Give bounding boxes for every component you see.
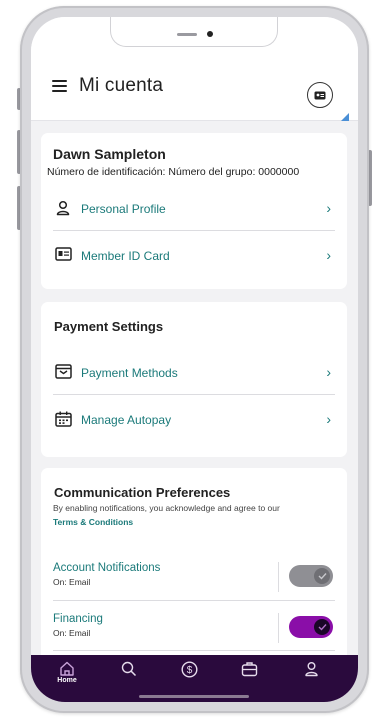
search-icon	[121, 661, 137, 677]
svg-text:$: $	[186, 665, 192, 676]
member-id-card-row[interactable]: Member ID Card ›	[53, 243, 335, 269]
financing-status: On: Email	[53, 628, 91, 638]
account-notifications-toggle[interactable]	[289, 565, 333, 587]
divider	[53, 650, 335, 651]
communication-preferences-title: Communication Preferences	[54, 485, 231, 500]
id-card-icon	[55, 247, 72, 261]
member-id-card-label: Member ID Card	[81, 249, 170, 263]
check-icon	[318, 573, 327, 580]
account-notifications-status: On: Email	[53, 577, 91, 587]
vertical-divider	[278, 613, 279, 643]
id-card-button[interactable]	[307, 82, 333, 108]
profile-icon	[304, 662, 318, 677]
camera-icon	[207, 31, 213, 37]
chevron-right-icon: ›	[326, 411, 331, 427]
nav-payments[interactable]: $	[171, 661, 207, 693]
phone-frame: Mi cuenta Dawn Sampleton Número de ident…	[20, 6, 369, 713]
corner-accent	[341, 113, 349, 121]
toggle-knob	[314, 568, 330, 584]
nav-home-label: Home	[57, 677, 77, 684]
vertical-divider	[278, 562, 279, 592]
toggle-knob	[314, 619, 330, 635]
divider	[53, 394, 335, 395]
financing-label: Financing	[53, 613, 103, 625]
id-card-icon	[314, 91, 326, 99]
briefcase-icon	[241, 662, 257, 677]
account-notifications-row: Account Notifications On: Email	[53, 562, 335, 596]
check-icon	[318, 624, 327, 631]
nav-benefits[interactable]	[231, 661, 267, 693]
hamburger-menu-icon[interactable]	[52, 80, 67, 92]
chevron-right-icon: ›	[326, 364, 331, 380]
phone-screen: Mi cuenta Dawn Sampleton Número de ident…	[31, 17, 358, 702]
home-indicator	[139, 695, 249, 698]
payment-settings-title: Payment Settings	[54, 319, 164, 334]
phone-notch	[110, 17, 278, 47]
wallet-icon	[55, 364, 72, 379]
speaker-grille	[177, 33, 197, 36]
nav-profile[interactable]	[293, 661, 329, 693]
calendar-icon	[55, 411, 72, 427]
personal-profile-row[interactable]: Personal Profile ›	[53, 196, 335, 222]
notification-disclaimer: By enabling notifications, you acknowled…	[53, 503, 280, 513]
home-icon	[60, 661, 74, 676]
person-icon	[56, 200, 70, 216]
divider	[53, 600, 335, 601]
personal-profile-label: Personal Profile	[81, 202, 166, 216]
financing-row: Financing On: Email	[53, 613, 335, 647]
payment-methods-row[interactable]: Payment Methods ›	[53, 360, 335, 386]
financing-toggle[interactable]	[289, 616, 333, 638]
member-id-text: Número de identificación: Número del gru…	[47, 166, 300, 178]
bottom-navigation: Home $	[31, 655, 358, 702]
nav-home[interactable]: Home	[49, 661, 85, 693]
manage-autopay-row[interactable]: Manage Autopay ›	[53, 407, 335, 433]
payment-methods-label: Payment Methods	[81, 366, 178, 380]
manage-autopay-label: Manage Autopay	[81, 413, 172, 427]
user-name: Dawn Sampleton	[53, 146, 166, 162]
terms-conditions-link[interactable]: Terms & Conditions	[53, 517, 133, 527]
payment-settings-card: Payment Settings Payment Methods › Manag…	[41, 302, 347, 457]
divider	[53, 230, 335, 231]
chevron-right-icon: ›	[326, 200, 331, 216]
nav-search[interactable]	[111, 661, 147, 693]
dollar-icon: $	[180, 661, 198, 678]
page-title: Mi cuenta	[79, 75, 164, 96]
chevron-right-icon: ›	[326, 247, 331, 263]
profile-card: Dawn Sampleton Número de identificación:…	[41, 133, 347, 289]
account-notifications-label: Account Notifications	[53, 562, 161, 574]
